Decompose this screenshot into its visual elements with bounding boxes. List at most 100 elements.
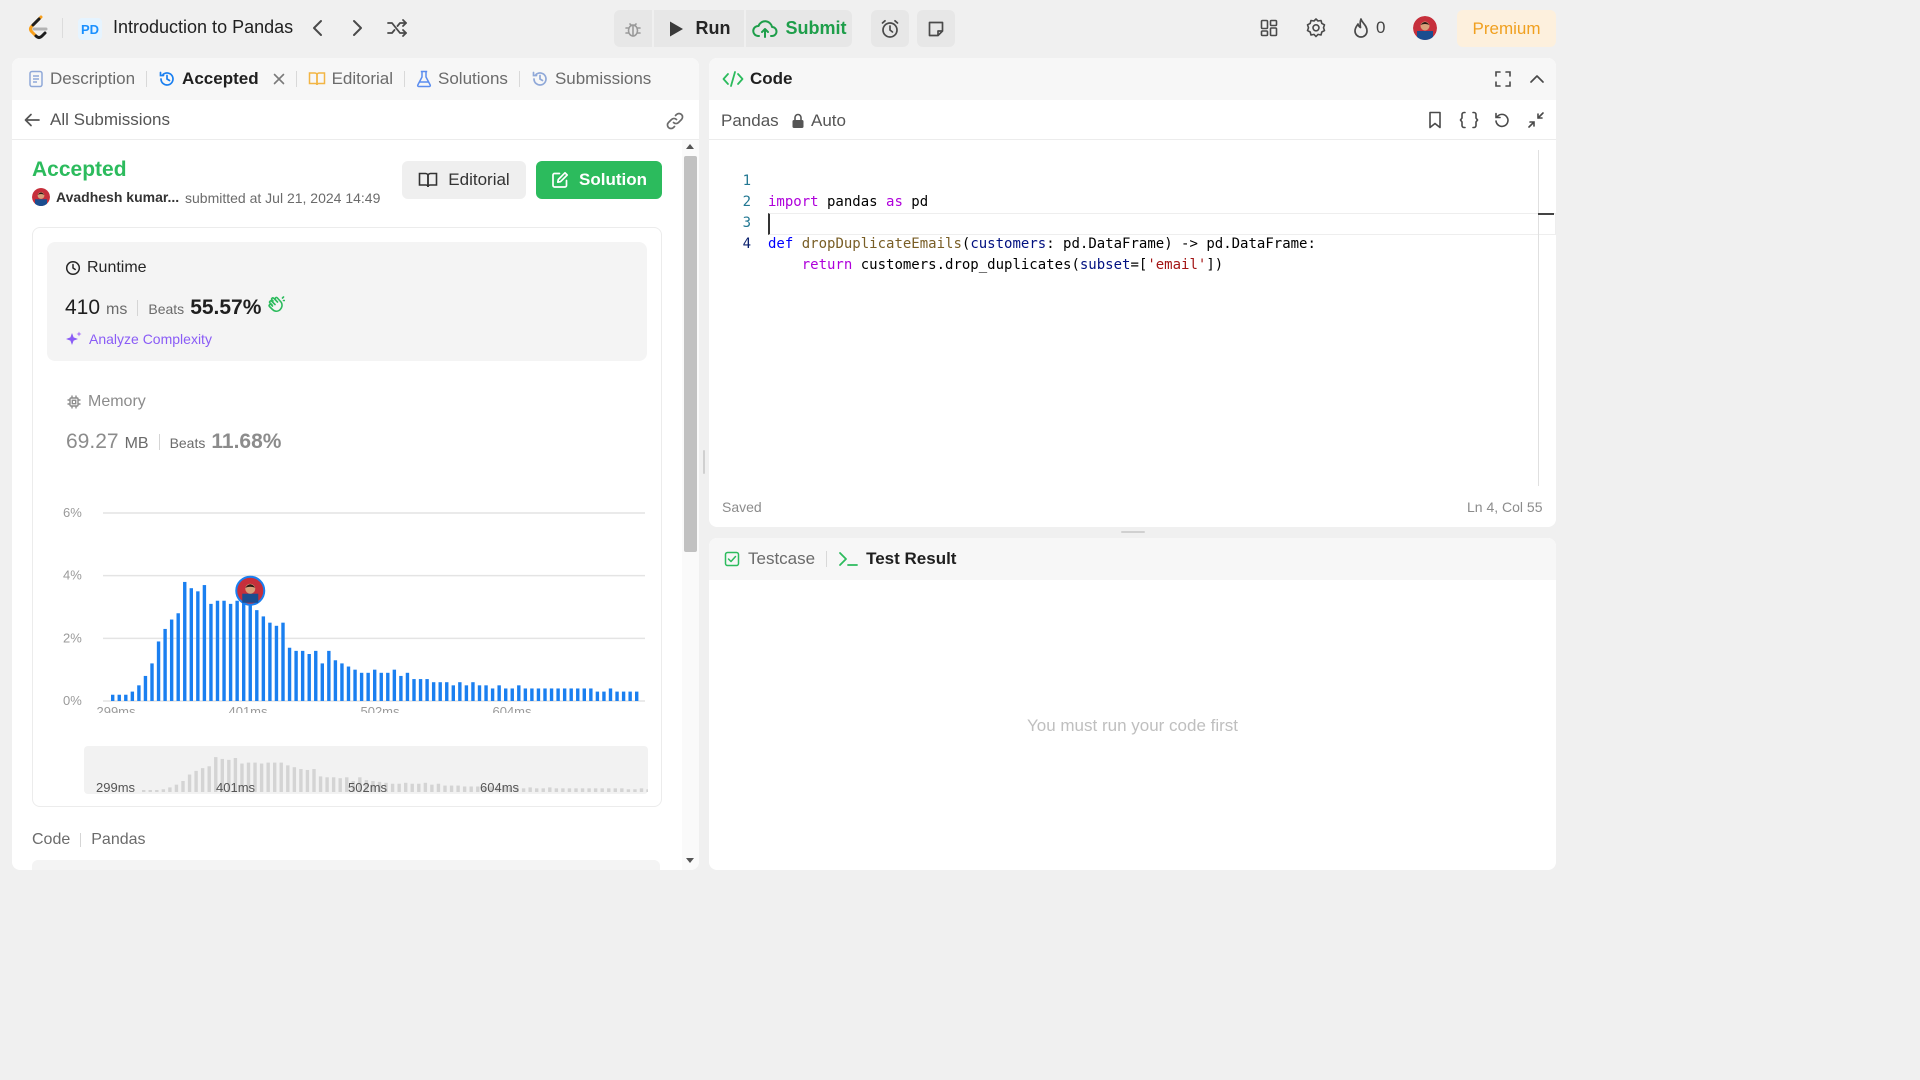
collapse-icon[interactable] bbox=[1527, 111, 1545, 129]
submitter-name[interactable]: Avadhesh kumar... bbox=[56, 189, 179, 205]
overview-bar bbox=[161, 789, 166, 792]
overview-bar bbox=[299, 769, 303, 792]
horizontal-resize-handle[interactable] bbox=[1121, 531, 1145, 533]
histogram-bar bbox=[569, 688, 573, 701]
overview-bar bbox=[633, 789, 637, 792]
premium-button[interactable]: Premium bbox=[1457, 10, 1556, 47]
mode-select[interactable]: Auto bbox=[791, 111, 846, 131]
runtime-distribution-chart[interactable]: 6% 4% 2% 0% 299ms 401ms 502ms 604ms bbox=[43, 493, 653, 713]
histogram-bar bbox=[228, 603, 233, 701]
runtime-card[interactable]: Runtime 410 ms Beats 55.57% Analyze Comp… bbox=[47, 242, 647, 361]
scrollbar-thumb[interactable] bbox=[684, 156, 697, 552]
scroll-up-arrow[interactable] bbox=[686, 144, 694, 149]
overview-bar bbox=[607, 788, 611, 792]
histogram-bar bbox=[504, 688, 508, 701]
cursor-position: Ln 4, Col 55 bbox=[1467, 499, 1543, 515]
y-tick-label: 2% bbox=[63, 630, 82, 645]
histogram-bar bbox=[635, 691, 639, 701]
problem-title[interactable]: Introduction to Pandas bbox=[113, 17, 293, 38]
histogram-bar bbox=[202, 585, 207, 701]
chevron-right-icon[interactable] bbox=[345, 16, 369, 40]
code-icon bbox=[722, 70, 744, 88]
reset-icon[interactable] bbox=[1493, 111, 1511, 129]
layout-icon[interactable] bbox=[1258, 17, 1280, 39]
editor-toolbar: Pandas Auto bbox=[709, 100, 1556, 140]
sparkle-icon bbox=[65, 330, 83, 348]
streak-count: 0 bbox=[1376, 18, 1386, 37]
histogram-bar bbox=[274, 625, 279, 701]
overview-bar bbox=[286, 765, 290, 792]
debug-button[interactable] bbox=[614, 10, 652, 47]
note-icon[interactable] bbox=[917, 10, 955, 47]
editor-scrollbar[interactable] bbox=[1538, 150, 1539, 486]
gear-icon[interactable] bbox=[1305, 17, 1327, 39]
code-line: 3 def dropDuplicateEmails(customers: pd.… bbox=[709, 192, 1556, 252]
avatar[interactable] bbox=[32, 188, 50, 206]
divider bbox=[518, 71, 520, 87]
scrollbar[interactable] bbox=[682, 140, 699, 870]
histogram-bar bbox=[490, 688, 495, 701]
tab-description[interactable]: Description bbox=[28, 69, 135, 89]
histogram-bar bbox=[484, 685, 488, 701]
tab-accepted[interactable]: Accepted bbox=[158, 69, 285, 89]
code-language: Pandas bbox=[91, 831, 146, 848]
histogram-bar bbox=[366, 672, 370, 701]
close-icon[interactable] bbox=[273, 73, 285, 85]
vertical-resize-handle[interactable] bbox=[703, 450, 705, 474]
histogram-bar bbox=[471, 682, 475, 701]
overview-bar bbox=[593, 788, 598, 792]
run-label: Run bbox=[695, 18, 731, 38]
histogram-bar bbox=[242, 600, 246, 701]
braces-icon[interactable] bbox=[1459, 111, 1479, 129]
language-select[interactable]: Pandas bbox=[721, 111, 779, 131]
histogram-bar bbox=[576, 688, 580, 701]
fullscreen-icon[interactable] bbox=[1494, 70, 1512, 88]
streak-counter[interactable]: 0 bbox=[1352, 17, 1385, 39]
fire-icon bbox=[1352, 17, 1370, 39]
runtime-header: Runtime bbox=[65, 259, 147, 277]
histogram-bar bbox=[405, 672, 410, 701]
chevron-left-icon[interactable] bbox=[306, 16, 330, 40]
code-editor[interactable]: 1 import pandas as pd 2 3 def dropDuplic… bbox=[709, 150, 1556, 486]
analyze-complexity-link[interactable]: Analyze Complexity bbox=[65, 330, 212, 348]
tab-label: Editorial bbox=[331, 69, 393, 88]
editorial-button[interactable]: Editorial bbox=[402, 161, 526, 199]
bookmark-icon[interactable] bbox=[1426, 111, 1444, 129]
arrow-left-icon[interactable] bbox=[22, 110, 42, 130]
solution-button[interactable]: Solution bbox=[536, 161, 662, 199]
tab-solutions[interactable]: Solutions bbox=[416, 69, 508, 89]
logo-icon[interactable] bbox=[24, 14, 52, 42]
histogram-bar bbox=[235, 600, 239, 701]
overview-bar bbox=[449, 785, 454, 792]
clap-icon bbox=[267, 296, 286, 314]
tab-test-result[interactable]: Test Result bbox=[838, 549, 956, 569]
runtime-value: 410 bbox=[65, 296, 101, 319]
memory-header[interactable]: Memory bbox=[66, 393, 146, 411]
histogram-bar bbox=[458, 682, 462, 701]
scroll-down-arrow[interactable] bbox=[686, 858, 694, 863]
avatar[interactable] bbox=[1413, 16, 1437, 40]
terminal-icon bbox=[838, 551, 858, 567]
divider bbox=[158, 434, 160, 450]
memory-label: Memory bbox=[88, 393, 146, 410]
overview-bar bbox=[554, 788, 559, 792]
tab-testcase[interactable]: Testcase bbox=[724, 549, 815, 569]
run-button[interactable]: Run bbox=[654, 10, 744, 47]
overview-bar bbox=[626, 789, 631, 792]
submit-button[interactable]: Submit bbox=[746, 10, 852, 47]
histogram-bar bbox=[143, 675, 148, 701]
overview-bar bbox=[462, 786, 467, 792]
all-submissions-link[interactable]: All Submissions bbox=[50, 110, 170, 130]
tab-submissions[interactable]: Submissions bbox=[531, 69, 651, 89]
shuffle-icon[interactable] bbox=[385, 16, 409, 40]
empty-result-message: You must run your code first bbox=[1026, 716, 1239, 735]
overview-bar bbox=[174, 784, 179, 792]
cloud-upload-icon bbox=[751, 19, 778, 39]
tab-editorial[interactable]: Editorial bbox=[308, 69, 393, 89]
chevron-up-icon[interactable] bbox=[1528, 70, 1546, 88]
tab-label: Description bbox=[50, 69, 136, 88]
code-line: 2 bbox=[709, 171, 1556, 210]
submission-status: Accepted bbox=[32, 158, 127, 181]
alarm-icon[interactable] bbox=[871, 10, 909, 47]
link-icon[interactable] bbox=[664, 110, 686, 132]
